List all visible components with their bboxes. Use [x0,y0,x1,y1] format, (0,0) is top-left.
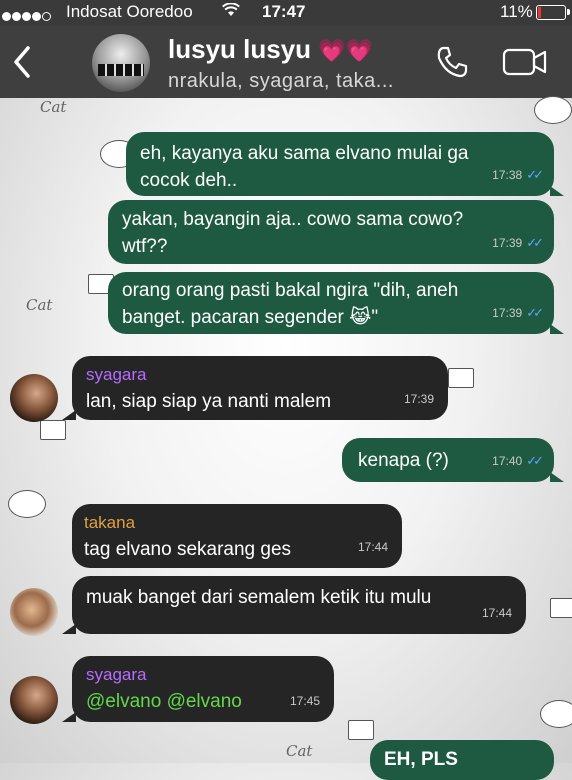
message-time: 17:39 [492,236,523,250]
group-title-text: lusyu lusyu [168,34,312,64]
blob-doodle [534,96,572,124]
message-incoming[interactable]: syagara lan, siap siap ya nanti malem 17… [62,356,448,420]
read-ticks-icon: ✓✓ [526,235,544,250]
book-doodle [348,720,374,740]
message-incoming[interactable]: muak banget dari semalem ketik itu mulu … [62,576,526,634]
message-text: eh, kayanya aku sama elvano mulai ga coc… [140,143,469,191]
sender-name: syagara [86,365,147,384]
back-chevron-icon[interactable] [8,42,34,82]
video-camera-icon[interactable] [502,46,548,78]
status-bar: Indosat Ooredoo 17:47 11% [0,0,572,26]
battery-icon [536,5,570,20]
message-text: EH, PLS [384,749,458,770]
wifi-icon [222,2,240,22]
avatar-takana[interactable] [10,588,58,636]
phone-icon[interactable] [434,44,470,80]
message-outgoing[interactable]: yakan, bayangin aja.. cowo sama cowo? wt… [108,200,554,264]
chat-header: lusyu lusyu 💗💗 nrakula, syagara, taka... [0,26,572,98]
clock: 17:47 [262,2,306,21]
group-avatar[interactable] [92,34,150,92]
message-meta: 17:39 ✓✓ [492,299,544,327]
message-meta: 17:40 ✓✓ [492,447,544,475]
message-meta: 17:38 ✓✓ [492,161,544,189]
group-members[interactable]: nrakula, syagara, taka... [168,70,394,93]
book-doodle [448,368,474,388]
message-time: 17:40 [492,454,523,468]
avatar-syagara[interactable] [10,676,58,724]
message-outgoing[interactable]: orang orang pasti bakal ngira "dih, aneh… [108,272,564,334]
message-text: tag elvano sekarang ges [84,539,292,560]
read-ticks-icon: ✓✓ [526,305,544,320]
read-ticks-icon: ✓✓ [526,453,544,468]
blob-doodle [540,700,572,728]
avatar-syagara[interactable] [10,374,58,422]
message-incoming[interactable]: syagara @elvano @elvano 17:45 [62,656,334,722]
book-doodle [550,598,572,618]
message-time: 17:39 [492,306,523,320]
mention-link[interactable]: @elvano [167,691,242,712]
message-text: orang orang pasti bakal ngira "dih, aneh… [122,280,459,328]
message-meta: 17:39 ✓✓ [492,229,544,257]
battery-percent: 11% [500,2,533,21]
message-outgoing[interactable]: EH, PLS [370,740,554,780]
message-time: 17:45 [289,694,320,708]
title-emoji: 💗💗 [318,38,374,63]
group-title[interactable]: lusyu lusyu 💗💗 [168,34,373,65]
message-text: lan, siap siap ya nanti malem [86,391,332,412]
message-incoming[interactable]: takana tag elvano sekarang ges 17:44 [72,504,402,568]
message-time: 17:44 [357,540,388,554]
sender-name: takana [84,513,136,532]
cat-doodle: Cat [26,296,53,314]
message-time: 17:44 [481,606,512,620]
blob-doodle [8,490,46,518]
message-outgoing[interactable]: kenapa (?) 17:40 ✓✓ [342,438,564,482]
signal-strength-icon [2,6,52,26]
carrier-name: Indosat Ooredoo [66,2,193,21]
message-time: 17:38 [492,168,523,182]
book-doodle [40,420,66,440]
message-text: yakan, bayangin aja.. cowo sama cowo? wt… [122,209,464,257]
sender-name: syagara [86,665,147,684]
message-outgoing[interactable]: eh, kayanya aku sama elvano mulai ga coc… [126,132,564,196]
read-ticks-icon: ✓✓ [526,167,544,182]
message-time: 17:39 [403,392,434,406]
cat-doodle: Cat [40,98,67,116]
cat-doodle: Cat [286,742,313,760]
message-text: muak banget dari semalem ketik itu mulu [86,587,432,608]
mention-link[interactable]: @elvano [86,691,161,712]
